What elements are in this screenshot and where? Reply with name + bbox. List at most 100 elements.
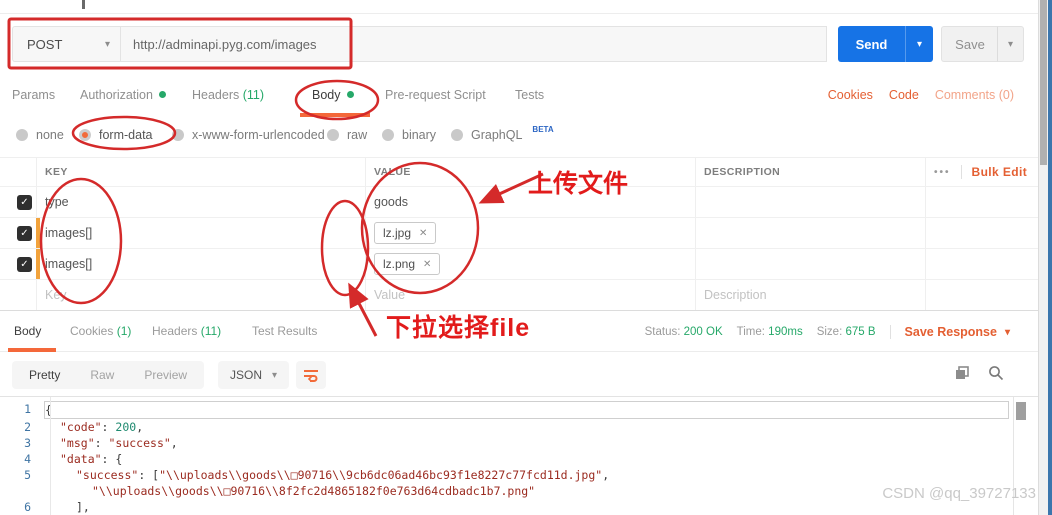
value-cell[interactable]: lz.png ✕ [365,249,695,280]
radio-icon [382,129,394,141]
divider [960,165,962,179]
radio-raw[interactable]: raw [327,128,367,142]
response-tab-cookies[interactable]: Cookies (1) [70,324,131,338]
radio-icon [16,129,28,141]
code-link[interactable]: Code [889,88,919,102]
code-line: 3 "msg": "success", [0,435,1013,451]
save-response-button[interactable]: Save Response ▾ [905,325,1010,339]
window-edge [1048,0,1052,515]
value-input[interactable]: Value [365,280,695,311]
row-actions [925,218,1042,249]
file-row-marker [36,249,40,279]
url-value: http://adminapi.pyg.com/images [133,36,317,52]
copy-icon[interactable] [955,365,970,381]
code-line: 4 "data": { [0,451,1013,467]
window-scrollbar-thumb[interactable] [1040,0,1047,165]
row-checkbox[interactable]: ✓ [17,225,32,241]
wrap-text-button[interactable] [296,361,326,389]
code-line: 6], [0,499,1013,515]
search-icon[interactable] [988,365,1004,381]
status-value: 200 OK [683,326,723,338]
tab-pre-request-script[interactable]: Pre-request Script [385,88,486,102]
remove-file-icon[interactable]: ✕ [423,259,431,270]
response-tab-test-results[interactable]: Test Results [252,324,317,338]
divider [889,325,891,339]
radio-icon [327,129,339,141]
format-dropdown[interactable]: JSON ▾ [218,361,290,389]
cookies-link[interactable]: Cookies [828,88,873,102]
radio-form-data[interactable]: form-data [79,128,153,142]
row-checkbox[interactable]: ✓ [17,256,32,272]
chevron-down-icon: ▾ [104,38,110,50]
comments-link[interactable]: Comments (0) [935,88,1014,102]
table-row [0,280,36,311]
code-line: "\\uploads\\goods\\□90716\\8f2fc2d486518… [0,483,1013,499]
form-data-table: KEY VALUE DESCRIPTION ••• Bulk Edit ✓ ty… [0,157,1042,311]
code-line: 5 "success": ["\\uploads\\goods\\□90716\\… [0,467,1013,483]
tab-body[interactable]: Body [312,88,354,102]
response-tab-body[interactable]: Body [14,324,41,338]
tab-tests[interactable]: Tests [515,88,544,102]
tab-params[interactable]: Params [12,88,55,102]
radio-graphql[interactable]: GraphQL BETA [451,124,554,142]
description-cell[interactable] [695,218,925,249]
url-input[interactable]: http://adminapi.pyg.com/images [120,26,827,62]
key-input[interactable]: Key [36,280,365,311]
mode-raw[interactable]: Raw [75,368,129,382]
tab-headers[interactable]: Headers (11) [192,88,264,102]
description-cell[interactable] [695,249,925,280]
save-options-button[interactable]: ▾ [997,26,1024,62]
key-cell[interactable]: type [36,187,365,218]
request-links: Cookies Code Comments (0) [828,88,1014,102]
line-number: 1 [24,402,31,416]
beta-badge: BETA [532,124,554,134]
annotation-dropdown-text: 下拉选择file [386,314,531,342]
table-row: ✓ [0,187,36,218]
key-cell[interactable]: images[] [36,218,365,249]
send-options-button[interactable]: ▾ [905,26,933,62]
row-actions [925,280,1042,311]
description-cell[interactable] [695,187,925,218]
chevron-down-icon: ▾ [1004,326,1010,338]
key-cell[interactable]: images[] [36,249,365,280]
file-chip: lz.jpg ✕ [374,222,437,244]
radio-x-www-form-urlencoded[interactable]: x-www-form-urlencoded [172,128,325,142]
send-button[interactable]: Send [838,26,905,62]
code-line: 2 "code": 200, [0,419,1013,435]
value-cell[interactable]: lz.jpg ✕ [365,218,695,249]
method-dropdown[interactable]: POST ▾ [12,26,120,62]
annotation-upload-text: 上传文件 [528,170,629,198]
row-checkbox[interactable]: ✓ [17,194,32,210]
watermark: CSDN @qq_39727133 [882,485,1036,502]
remove-file-icon[interactable]: ✕ [419,228,427,239]
mode-preview[interactable]: Preview [129,368,202,382]
bulk-edit-link[interactable]: Bulk Edit [972,165,1028,179]
chevron-down-icon: ▾ [1007,38,1014,50]
top-cursor-fragment [82,0,85,9]
divider [0,13,1040,14]
save-button[interactable]: Save [941,26,998,62]
line-number: 6 [24,500,31,514]
radio-none[interactable]: none [16,128,64,142]
green-dot-icon [158,91,166,98]
body-mode-row: none form-data x-www-form-urlencoded raw… [0,117,1040,157]
toolbar-right-icons [955,365,1004,381]
view-mode-group: Pretty Raw Preview [12,361,205,389]
description-input[interactable]: Description [695,280,925,311]
code-scrollbar-thumb[interactable] [1016,402,1026,420]
radio-binary[interactable]: binary [382,128,436,142]
mode-pretty[interactable]: Pretty [14,368,75,382]
more-options-icon[interactable]: ••• [934,167,951,178]
wrap-text-icon [304,370,318,382]
tab-authorization[interactable]: Authorization [80,88,166,102]
green-dot-icon [346,91,354,98]
check-icon: ✓ [20,258,29,270]
time-value: 190ms [768,326,803,338]
response-tab-headers[interactable]: Headers (11) [152,324,221,338]
gutter-divider [50,397,51,515]
headers-count: (11) [242,88,265,102]
response-body-json[interactable]: 1{2 "code": 200, 3 "msg": "success", 4 "data"… [0,397,1013,515]
table-actions: ••• Bulk Edit [925,158,1042,187]
postman-window: POST ▾ http://adminapi.pyg.com/images Se… [0,0,1052,515]
check-icon: ✓ [20,196,29,208]
